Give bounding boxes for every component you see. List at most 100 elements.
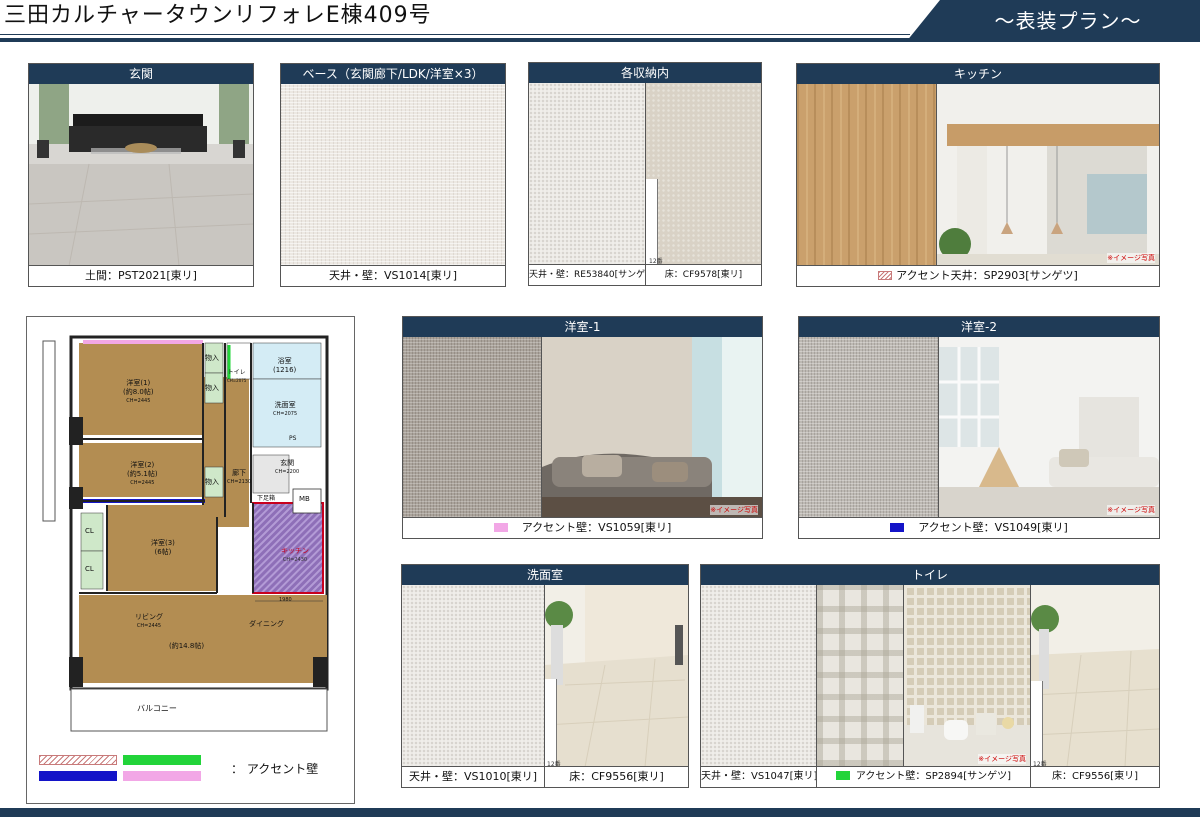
room-living-name: リビング [135, 613, 163, 621]
plan-label-closet-3: 物入 [205, 478, 219, 486]
panel-yoshitsu2: 洋室-2 ※イメージ写真 アクセント壁：VS1049[東リ] [798, 316, 1160, 539]
plan-label-corridor: 廊下 CH=2130 [227, 469, 251, 487]
plan-label-wash: 洗面室 CH=2075 [273, 401, 297, 419]
panel-yoshitsu1: 洋室-1 ※イメージ写真 アクセント壁：VS1059[東リ] [402, 316, 763, 539]
room-r1-ch: CH=2445 [126, 398, 151, 404]
yoshitsu1-image-note: ※イメージ写真 [710, 505, 758, 515]
plan-label-r2: 洋室(2) (約5.1帖) CH=2445 [127, 461, 158, 488]
room-genkan-ch: CH=2200 [275, 469, 300, 475]
title-rule [0, 38, 910, 42]
senmen-wall-swatch [402, 585, 544, 766]
living-room-photo [29, 84, 253, 265]
plan-label-closet-2: 物入 [205, 384, 219, 392]
plan-label-cl-2: CL [85, 565, 94, 573]
plan-label-dim: 1980 [279, 597, 292, 603]
room-kitchen-ch: CH=2430 [282, 557, 308, 563]
toilet-divider-2 [903, 585, 904, 767]
panel-genkan-title: 玄関 [29, 64, 253, 84]
legend-swatch-blue [39, 771, 117, 781]
panel-senmen-caption-right: 床：CF9556[東リ] [545, 766, 688, 787]
panel-toilet-caption-mid: アクセント壁：SP2894[サンゲツ] [817, 766, 1031, 787]
yoshitsu1-swatch [403, 337, 541, 517]
plan-label-toilet: トイレ CH=2075 [227, 369, 246, 385]
panel-senmen: 洗面室 12番 天井・壁：VS1010[東リ] 床：CF9556[東リ] [401, 564, 689, 788]
yoshitsu1-photo [542, 337, 762, 517]
panel-toilet-caption-right: 床：CF9556[東リ] [1031, 766, 1159, 787]
kitchen-photo [937, 84, 1159, 265]
room-bath-size: (1216) [273, 366, 297, 374]
toilet-divider-1 [816, 585, 817, 767]
room-r1-name: 洋室(1) [126, 379, 151, 387]
panel-storage-title: 各収納内 [529, 63, 761, 83]
panel-base-caption: 天井・壁：VS1014[東リ] [281, 265, 505, 286]
accent-pink-swatch [493, 523, 508, 532]
yoshitsu1-divider [541, 337, 542, 518]
panel-yoshitsu1-title: 洋室-1 [403, 317, 762, 337]
yoshitsu2-swatch [799, 337, 938, 517]
kitchen-divider [936, 84, 937, 266]
room-r2-ch: CH=2445 [130, 480, 155, 486]
page-title: 三田カルチャータウンリフォレE棟409号 [4, 3, 432, 28]
toilet-floor-label-area [1031, 681, 1043, 767]
room-wash-name: 洗面室 [274, 401, 296, 409]
panel-senmen-title: 洗面室 [402, 565, 688, 585]
plan-label-mb: MB [299, 495, 310, 503]
senmen-room-photo [545, 585, 688, 766]
floor-plan: 洋室(1) (約8.0帖) CH=2445 洋室(2) (約5.1帖) CH=2… [26, 316, 355, 804]
storage-floor-swatch [646, 83, 761, 264]
panel-base-title: ベース（玄関廊下/LDK/洋室×3） [281, 64, 505, 84]
room-wash-ch: CH=2075 [273, 411, 298, 417]
room-r1-size: (約8.0帖) [123, 388, 154, 396]
toilet-divider-3 [1030, 585, 1031, 787]
toilet-room-photo [904, 585, 1030, 766]
title-rule-thin [0, 34, 910, 35]
senmen-floor-label-area [545, 679, 557, 767]
panel-yoshitsu1-caption: アクセント壁：VS1059[東リ] [403, 517, 762, 538]
footer-bar [0, 808, 1200, 817]
panel-base: ベース（玄関廊下/LDK/洋室×3） 天井・壁：VS1014[東リ] [280, 63, 506, 287]
panel-toilet-caption-left: 天井・壁：VS1047[東リ] [701, 766, 817, 787]
panel-storage: 各収納内 12番 天井・壁：RE53840[サンゲツ] 床：CF9578[東リ] [528, 62, 762, 286]
panel-yoshitsu2-caption: アクセント壁：VS1049[東リ] [799, 517, 1159, 538]
panel-storage-caption-left: 天井・壁：RE53840[サンゲツ] [529, 264, 646, 285]
room-r2-size: (約5.1帖) [127, 470, 158, 478]
room-corridor-ch: CH=2130 [227, 479, 252, 485]
panel-toilet-title: トイレ [701, 565, 1159, 585]
panel-senmen-caption-left: 天井・壁：VS1010[東リ] [402, 766, 545, 787]
yoshitsu2-divider [938, 337, 939, 518]
plan-label-ldk-size: (約14.8帖) [169, 642, 205, 650]
accent-green-swatch [835, 771, 850, 780]
room-toilet-ch: CH=2075 [227, 378, 247, 383]
plan-label-cl-1: CL [85, 527, 94, 535]
toilet-floor-room-photo [1031, 585, 1159, 766]
banner: ～表装プラン～ [906, 0, 1200, 42]
plan-label-r1: 洋室(1) (約8.0帖) CH=2445 [123, 379, 154, 406]
plan-label-living: リビング CH=2445 [135, 613, 163, 631]
legend-swatch-hatch [39, 755, 117, 765]
plan-label-balcony: バルコニー [137, 704, 177, 713]
senmen-photo [545, 585, 688, 766]
room-living-ch: CH=2445 [136, 623, 162, 629]
accent-blue-swatch [890, 523, 905, 532]
panel-kitchen-title: キッチン [797, 64, 1159, 84]
yoshitsu2-room-photo [939, 337, 1159, 517]
storage-wall-swatch [529, 83, 645, 264]
plan-label-ps: PS [289, 435, 297, 442]
plan-label-kitchen: キッチン CH=2430 [281, 547, 309, 565]
panel-toilet: トイレ 12番 ※イメージ写真 天井・壁：VS1047[東リ] アクセント壁：S… [700, 564, 1160, 788]
genkan-photo [29, 84, 253, 265]
kitchen-ceiling-swatch [797, 84, 936, 265]
legend-label: ： アクセント壁 [231, 762, 319, 776]
plan-label-shoebox: 下足箱 [257, 495, 276, 502]
room-r3-name: 洋室(3) [151, 539, 175, 547]
panel-storage-caption-right: 床：CF9578[東リ] [646, 264, 761, 285]
kitchen-room-photo [937, 84, 1159, 265]
room-corridor-name: 廊下 [232, 469, 247, 477]
storage-divider [645, 83, 646, 285]
panel-kitchen-caption: アクセント天井：SP2903[サンゲツ] [797, 265, 1159, 286]
yoshitsu2-image-note: ※イメージ写真 [1107, 505, 1155, 515]
toilet-image-note: ※イメージ写真 [978, 754, 1026, 764]
room-r2-name: 洋室(2) [130, 461, 155, 469]
plan-label-dining: ダイニング [249, 620, 284, 628]
kitchen-caption-text: アクセント天井：SP2903[サンゲツ] [896, 269, 1078, 282]
